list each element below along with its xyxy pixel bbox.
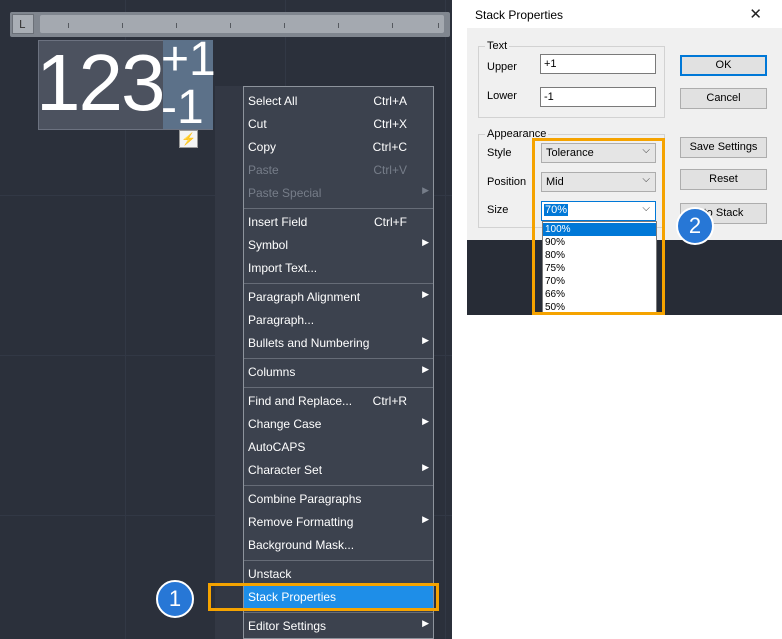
submenu-arrow-icon: ▶ xyxy=(422,514,429,524)
menu-item-insert-field[interactable]: Insert Field Ctrl+F xyxy=(244,211,433,234)
menu-item-combine-paragraphs[interactable]: Combine Paragraphs xyxy=(244,488,433,511)
menu-item-label: AutoCAPS xyxy=(248,440,306,454)
mtext-ruler[interactable]: L xyxy=(10,12,450,37)
menu-item-label: Columns xyxy=(248,365,296,379)
menu-item-paste[interactable]: Paste Ctrl+V xyxy=(244,159,433,182)
submenu-arrow-icon: ▶ xyxy=(422,462,429,472)
upper-input[interactable] xyxy=(540,54,656,74)
menu-item-change-case[interactable]: Change Case ▶ xyxy=(244,413,433,436)
menu-separator xyxy=(244,208,433,209)
submenu-arrow-icon: ▶ xyxy=(422,335,429,345)
ruler-bar[interactable] xyxy=(40,15,444,33)
menu-item-label: Paste Special xyxy=(248,186,322,200)
menu-item-shortcut: Ctrl+A xyxy=(373,94,407,108)
menu-item-symbol[interactable]: Symbol ▶ xyxy=(244,234,433,257)
menu-separator xyxy=(244,560,433,561)
menu-item-shortcut: Ctrl+F xyxy=(374,215,407,229)
menu-item-label: Select All xyxy=(248,94,298,108)
submenu-arrow-icon: ▶ xyxy=(422,237,429,247)
callout-badge-2: 2 xyxy=(676,207,714,245)
ok-button[interactable]: OK xyxy=(680,55,767,76)
menu-item-shortcut: Ctrl+V xyxy=(373,163,407,177)
menu-item-copy[interactable]: Copy Ctrl+C xyxy=(244,136,433,159)
menu-item-label: Copy xyxy=(248,140,277,154)
menu-item-autocaps[interactable]: AutoCAPS xyxy=(244,436,433,459)
close-icon[interactable]: ✕ xyxy=(749,5,762,23)
menu-separator xyxy=(244,387,433,388)
mtext-content[interactable]: 123 xyxy=(36,38,165,128)
menu-item-label: Import Text... xyxy=(248,261,318,275)
menu-item-columns[interactable]: Columns ▶ xyxy=(244,361,433,384)
text-group-label: Text xyxy=(485,40,510,52)
menu-item-character-set[interactable]: Character Set ▶ xyxy=(244,459,433,482)
stack-upper-text[interactable]: +1 xyxy=(161,34,216,86)
upper-label: Upper xyxy=(487,61,517,73)
menu-item-label: Paragraph... xyxy=(248,313,315,327)
menu-item-label: Editor Settings xyxy=(248,619,327,633)
menu-item-background-mask[interactable]: Background Mask... xyxy=(244,534,433,557)
size-label: Size xyxy=(487,204,509,216)
menu-separator xyxy=(244,358,433,359)
ruler-corner-label: L xyxy=(19,18,26,31)
menu-item-label: Symbol xyxy=(248,238,289,252)
save-settings-button[interactable]: Save Settings xyxy=(680,137,767,158)
style-label: Style xyxy=(487,147,512,159)
menu-item-label: Character Set xyxy=(248,463,323,477)
menu-item-label: Remove Formatting xyxy=(248,515,354,529)
submenu-arrow-icon: ▶ xyxy=(422,185,429,195)
menu-shadow xyxy=(215,86,245,639)
submenu-arrow-icon: ▶ xyxy=(422,618,429,628)
menu-separator xyxy=(244,612,433,613)
callout-badge-1: 1 xyxy=(156,580,194,618)
menu-item-paragraph[interactable]: Paragraph... xyxy=(244,309,433,332)
lower-input[interactable] xyxy=(540,87,656,107)
menu-item-paragraph-alignment[interactable]: Paragraph Alignment ▶ xyxy=(244,286,433,309)
position-label: Position xyxy=(487,176,527,188)
menu-separator xyxy=(244,283,433,284)
submenu-arrow-icon: ▶ xyxy=(422,364,429,374)
stack-lower-text[interactable]: -1 xyxy=(161,82,204,134)
menu-item-select-all[interactable]: Select All Ctrl+A xyxy=(244,90,433,113)
cancel-button[interactable]: Cancel xyxy=(680,88,767,109)
lower-label: Lower xyxy=(487,90,517,102)
menu-item-label: Background Mask... xyxy=(248,538,355,552)
menu-item-editor-settings[interactable]: Editor Settings ▶ xyxy=(244,615,433,638)
menu-separator xyxy=(244,485,433,486)
menu-item-label: Unstack xyxy=(248,567,292,581)
menu-item-shortcut: Ctrl+X xyxy=(373,117,407,131)
menu-item-paste-special[interactable]: Paste Special ▶ xyxy=(244,182,433,205)
menu-item-label: Insert Field xyxy=(248,215,308,229)
menu-item-import-text[interactable]: Import Text... xyxy=(244,257,433,280)
tab-type-button[interactable]: L xyxy=(12,14,34,34)
menu-item-shortcut: Ctrl+R xyxy=(372,394,407,408)
menu-item-label: Combine Paragraphs xyxy=(248,492,362,506)
menu-item-label: Paragraph Alignment xyxy=(248,290,361,304)
appearance-highlight xyxy=(532,138,665,315)
context-menu: Select All Ctrl+A Cut Ctrl+X Copy Ctrl+C Paste… xyxy=(243,86,434,639)
menu-item-label: Find and Replace... xyxy=(248,394,353,408)
menu-item-label: Change Case xyxy=(248,417,322,431)
menu-item-label: Paste xyxy=(248,163,279,177)
menu-item-label: Bullets and Numbering xyxy=(248,336,370,350)
autostack-lightning-icon[interactable]: ⚡ xyxy=(179,130,198,148)
menu-item-label: Cut xyxy=(248,117,267,131)
menu-item-find-and-replace[interactable]: Find and Replace... Ctrl+R xyxy=(244,390,433,413)
stack-properties-highlight xyxy=(208,583,439,611)
reset-button[interactable]: Reset xyxy=(680,169,767,190)
menu-item-remove-formatting[interactable]: Remove Formatting ▶ xyxy=(244,511,433,534)
dialog-title: Stack Properties xyxy=(475,8,564,22)
menu-item-bullets-and-numbering[interactable]: Bullets and Numbering ▶ xyxy=(244,332,433,355)
menu-item-shortcut: Ctrl+C xyxy=(372,140,407,154)
submenu-arrow-icon: ▶ xyxy=(422,416,429,426)
submenu-arrow-icon: ▶ xyxy=(422,289,429,299)
menu-item-cut[interactable]: Cut Ctrl+X xyxy=(244,113,433,136)
